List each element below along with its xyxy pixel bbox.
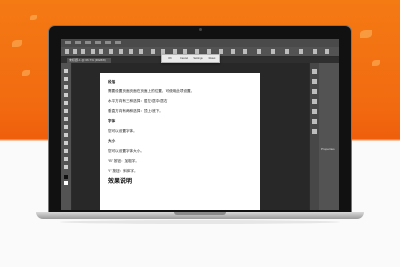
reset-button[interactable]: Reset [206,56,218,61]
option-icon[interactable] [129,49,133,54]
panel-icon-strip [310,63,319,210]
panel-label: Properties [321,147,335,151]
move-tool-icon[interactable] [64,69,68,73]
character-icon[interactable] [312,119,317,124]
lasso-tool-icon[interactable] [64,85,68,89]
decorative-leaf [360,30,372,38]
option-icon[interactable] [285,49,289,54]
crop-tool-icon[interactable] [64,93,68,97]
laptop-screen: 未标题-1 @ 66.7% (RGB/8) 段落 需要设置页面页面在页面上的位置… [61,39,339,210]
marquee-tool-icon[interactable] [64,77,68,81]
option-icon[interactable] [151,49,155,54]
canvas-area: 段落 需要设置页面页面在页面上的位置，可使用此项设置。 水平方向有三种选择：居左… [72,63,309,210]
channels-icon[interactable] [312,99,317,104]
layers-icon[interactable] [312,89,317,94]
settings-button[interactable]: Settings [192,56,204,61]
doc-line: 您可以设置字体。 [108,129,137,133]
ok-button[interactable]: OK [164,56,176,61]
background-color-swatch[interactable] [64,181,68,185]
zoom-tool-icon[interactable] [64,165,68,169]
doc-line: “I” 按钮：斜体字。 [108,169,138,173]
laptop-notch [174,212,226,215]
cancel-button[interactable]: Cancel [178,56,190,61]
tools-panel [61,63,72,210]
menu-item[interactable] [95,41,101,44]
decorative-leaf [12,40,22,47]
properties-icon[interactable] [312,79,317,84]
option-icon[interactable] [99,49,103,54]
option-icon[interactable] [231,49,235,54]
dialog-popup: OK Cancel Settings Reset [161,54,220,63]
pen-tool-icon[interactable] [64,149,68,153]
option-icon[interactable] [325,49,329,54]
option-icon[interactable] [91,49,95,54]
option-icon[interactable] [299,49,303,54]
stamp-tool-icon[interactable] [64,117,68,121]
doc-line: “B” 按钮：加粗字。 [108,159,139,163]
heading-size: 大小 [108,139,116,143]
option-icon[interactable] [313,49,317,54]
doc-line: 您可以设置字体大小。 [108,149,144,153]
menu-item[interactable] [105,41,111,44]
doc-line: 水平方向有三种选择：居左/居中/居右 [108,99,168,103]
option-icon[interactable] [109,49,113,54]
paths-icon[interactable] [312,109,317,114]
menu-item[interactable] [85,41,91,44]
option-icon[interactable] [119,49,123,54]
heading-font: 字体 [108,119,116,123]
foreground-color-swatch[interactable] [64,175,68,179]
menu-item[interactable] [65,41,71,44]
option-icon[interactable] [139,49,143,54]
laptop-frame: 未标题-1 @ 66.7% (RGB/8) 段落 需要设置页面页面在页面上的位置… [48,25,352,213]
document-page[interactable]: 段落 需要设置页面页面在页面上的位置，可使用此项设置。 水平方向有三种选择：居左… [100,73,260,210]
brush-tool-icon[interactable] [64,109,68,113]
eraser-tool-icon[interactable] [64,125,68,129]
option-icon[interactable] [243,49,247,54]
menu-item[interactable] [75,41,81,44]
camera-icon [199,28,202,31]
paragraph-icon[interactable] [312,129,317,134]
menu-item[interactable] [115,41,121,44]
option-icon[interactable] [81,49,85,54]
laptop-shadow [60,220,340,224]
doc-line: 需要设置页面页面在页面上的位置，可使用此项设置。 [108,89,195,93]
move-tool-icon[interactable] [65,49,69,54]
option-icon[interactable] [73,49,77,54]
gradient-tool-icon[interactable] [64,133,68,137]
hand-tool-icon[interactable] [64,157,68,161]
decorative-leaf [30,15,37,20]
decorative-leaf [22,70,30,76]
right-panel: Properties [309,63,339,210]
doc-line: 垂直方向有两种选择：顶上/底下。 [108,109,163,113]
history-icon[interactable] [312,69,317,74]
heading-effect: 效果说明 [108,179,133,185]
heading-paragraph: 段落 [108,80,116,84]
eyedropper-tool-icon[interactable] [64,101,68,105]
option-icon[interactable] [257,49,261,54]
decorative-leaf [372,60,380,66]
menu-bar [61,39,339,47]
option-icon[interactable] [271,49,275,54]
text-tool-icon[interactable] [64,141,68,145]
